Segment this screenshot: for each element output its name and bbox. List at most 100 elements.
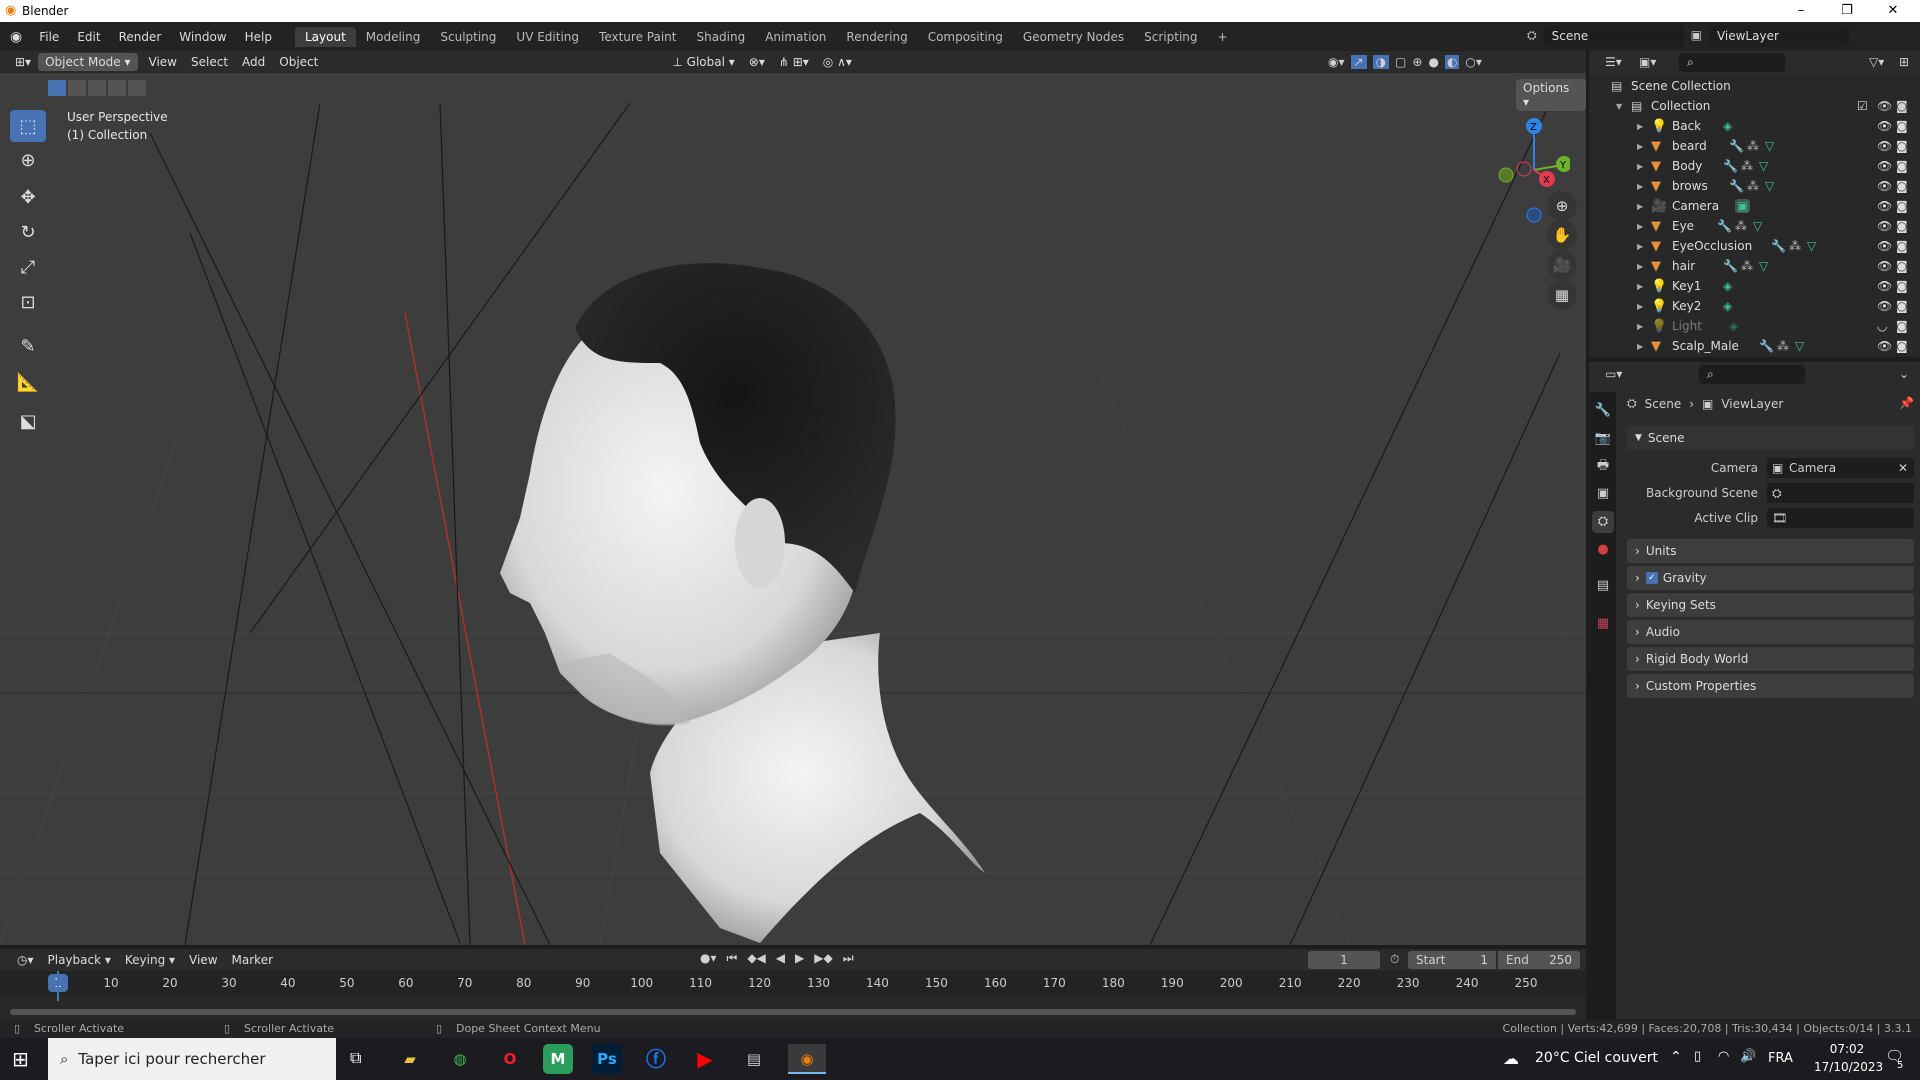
rotate-tool-icon[interactable]: ↻: [10, 216, 46, 248]
render-camera-icon[interactable]: ◙: [1896, 319, 1908, 333]
scale-tool-icon[interactable]: ⤢: [10, 251, 46, 283]
outliner-item-beard[interactable]: ▶ ▼ beard 🔧 ⁂ ▽ 👁 ◙: [1589, 136, 1920, 156]
vertex-groups-icon[interactable]: ⁂: [1741, 259, 1753, 273]
material-shading-icon[interactable]: ◐: [1444, 55, 1460, 69]
select-subtract-icon[interactable]: [88, 80, 106, 96]
outliner-item-hair[interactable]: ▶ ▼ hair 🔧 ⁂ ▽ 👁 ◙: [1589, 256, 1920, 276]
modifier-wrench-icon[interactable]: 🔧: [1759, 339, 1774, 353]
gravity-checkbox[interactable]: ✓: [1645, 572, 1658, 584]
render-camera-icon[interactable]: ◙: [1896, 179, 1908, 193]
mesh-data-icon[interactable]: ▽: [1759, 259, 1768, 273]
timeline-ruler[interactable]: 10 20 30 40 50 60 70 80 90 100 110 120 130 140 150 160 1…: [0, 971, 1586, 1020]
timeline-body[interactable]: [0, 971, 1586, 1020]
move-tool-icon[interactable]: ✥: [10, 181, 46, 213]
menu-object[interactable]: Object: [272, 53, 325, 71]
render-tab-icon[interactable]: 📷: [1592, 428, 1614, 450]
expand-arrow-icon[interactable]: ▶: [1637, 222, 1643, 231]
select-invert-icon[interactable]: [108, 80, 126, 96]
output-tab-icon[interactable]: 🖶: [1592, 455, 1614, 477]
outliner-item-body[interactable]: ▶ ▼ Body 🔧 ⁂ ▽ 👁 ◙: [1589, 156, 1920, 176]
render-camera-icon[interactable]: ◙: [1896, 119, 1908, 133]
wireframe-shading-icon[interactable]: ⊕: [1412, 55, 1422, 69]
tab-scripting[interactable]: Scripting: [1134, 27, 1207, 47]
play-reverse-icon[interactable]: ◀: [776, 951, 785, 966]
proportional-edit-icon[interactable]: ◎ ∧▾: [816, 53, 859, 71]
youtube-icon[interactable]: ▶: [690, 1044, 720, 1074]
expand-arrow-icon[interactable]: ▶: [1637, 282, 1643, 291]
eye-icon[interactable]: 👁: [1877, 139, 1892, 153]
expand-arrow-icon[interactable]: ▶: [1637, 162, 1643, 171]
tool-tab-icon[interactable]: 🔧: [1592, 400, 1614, 422]
language-indicator[interactable]: FRA: [1768, 1051, 1793, 1066]
editor-type-icon[interactable]: ⊞▾: [8, 53, 38, 71]
menu-edit[interactable]: Edit: [68, 30, 109, 44]
clock-time[interactable]: 07:02: [1814, 1042, 1880, 1056]
light-data-icon[interactable]: ◈: [1729, 319, 1738, 333]
taskbar-search-input[interactable]: ⌕ Taper ici pour rechercher: [48, 1038, 336, 1080]
options-chevron-icon[interactable]: ⌄: [1899, 367, 1909, 381]
scene-selector[interactable]: Scene: [1543, 25, 1684, 47]
file-explorer-icon[interactable]: ▰: [395, 1044, 425, 1074]
modifier-wrench-icon[interactable]: 🔧: [1729, 179, 1744, 193]
orientation-selector[interactable]: ⊥ Global ▾: [665, 53, 741, 71]
app-icon[interactable]: ▤: [739, 1044, 769, 1074]
vertex-groups-icon[interactable]: ⁂: [1789, 239, 1801, 253]
ortho-grid-icon[interactable]: ▦: [1547, 280, 1577, 310]
outliner-item-back[interactable]: ▶ 💡 Back ◈ 👁 ◙: [1589, 116, 1920, 136]
eye-closed-icon[interactable]: ◡: [1877, 319, 1887, 333]
select-intersect-icon[interactable]: [128, 80, 146, 96]
tab-sculpting[interactable]: Sculpting: [430, 27, 506, 47]
eye-icon[interactable]: 👁: [1877, 279, 1892, 293]
add-cube-tool-icon[interactable]: ⬕: [10, 405, 46, 437]
menu-select[interactable]: Select: [184, 53, 235, 71]
exclude-checkbox[interactable]: ☑: [1857, 99, 1868, 113]
expand-arrow-icon[interactable]: ▶: [1637, 262, 1643, 271]
visibility-icon[interactable]: ◉▾: [1328, 55, 1345, 69]
background-scene-value[interactable]: ⛭: [1767, 483, 1914, 503]
eye-icon[interactable]: 👁: [1877, 179, 1892, 193]
mesh-data-icon[interactable]: ▽: [1795, 339, 1804, 353]
camera-tray-icon[interactable]: ▯: [1694, 1049, 1701, 1064]
new-collection-icon[interactable]: ⊞: [1899, 55, 1909, 69]
tab-compositing[interactable]: Compositing: [918, 27, 1013, 47]
playback-menu[interactable]: Playback ▾: [41, 951, 118, 969]
gizmo-toggle-icon[interactable]: ↗: [1350, 55, 1367, 69]
record-icon[interactable]: ●▾: [700, 951, 717, 966]
view-layer-tab-icon[interactable]: ▣: [1592, 483, 1614, 505]
transform-tool-icon[interactable]: ⊡: [10, 286, 46, 318]
mode-selector[interactable]: Object Mode ▾: [38, 53, 138, 71]
scene-panel-header[interactable]: ▼ Scene: [1627, 426, 1914, 450]
menu-file[interactable]: File: [30, 30, 68, 44]
eye-icon[interactable]: 👁: [1877, 239, 1892, 253]
minimize-button[interactable]: –: [1778, 0, 1824, 22]
blender-menu-icon[interactable]: ◉: [10, 29, 22, 45]
render-camera-icon[interactable]: ◙: [1896, 259, 1908, 273]
section-custom-properties[interactable]: › Custom Properties: [1627, 674, 1914, 698]
clock-date[interactable]: 17/10/2023: [1814, 1060, 1883, 1074]
xray-icon[interactable]: ▢: [1395, 55, 1406, 69]
modifier-wrench-icon[interactable]: 🔧: [1723, 159, 1738, 173]
select-new-icon[interactable]: [48, 80, 66, 96]
outliner-item-camera[interactable]: ▶ 🎥 Camera ▣ 👁 ◙: [1589, 196, 1920, 216]
vertex-groups-icon[interactable]: ⁂: [1741, 159, 1753, 173]
outliner-search-input[interactable]: ⌕: [1679, 53, 1785, 72]
light-data-icon[interactable]: ◈: [1723, 279, 1732, 293]
outliner-item-scalp_male[interactable]: ▶ ▼ Scalp_Male 🔧 ⁂ ▽ 👁 ◙: [1589, 336, 1920, 356]
eye-icon[interactable]: 👁: [1877, 159, 1892, 173]
maximize-button[interactable]: ❐: [1824, 0, 1870, 22]
select-box-tool-icon[interactable]: ⬚: [10, 110, 46, 142]
zoom-icon[interactable]: ⊕: [1547, 191, 1577, 221]
end-frame-field[interactable]: End 250: [1498, 951, 1580, 969]
marker-menu[interactable]: Marker: [225, 951, 280, 969]
modifier-wrench-icon[interactable]: 🔧: [1771, 239, 1786, 253]
jump-start-icon[interactable]: ⏮: [727, 951, 738, 966]
outliner-item-light[interactable]: ▶ 💡 Light ◈ ◡ ◙: [1589, 316, 1920, 336]
blender-taskbar-icon[interactable]: ◉: [788, 1044, 826, 1074]
outliner-collection[interactable]: ▼ ▤ Collection ☑ 👁 ◙: [1589, 96, 1920, 116]
volume-icon[interactable]: 🔊: [1740, 1049, 1756, 1064]
close-button[interactable]: ✕: [1870, 0, 1916, 22]
view-layer-selector[interactable]: ViewLayer: [1708, 25, 1849, 47]
scene-icon[interactable]: ⛭: [1524, 25, 1540, 47]
section-gravity[interactable]: › ✓ Gravity: [1627, 566, 1914, 590]
menu-help[interactable]: Help: [236, 30, 281, 44]
